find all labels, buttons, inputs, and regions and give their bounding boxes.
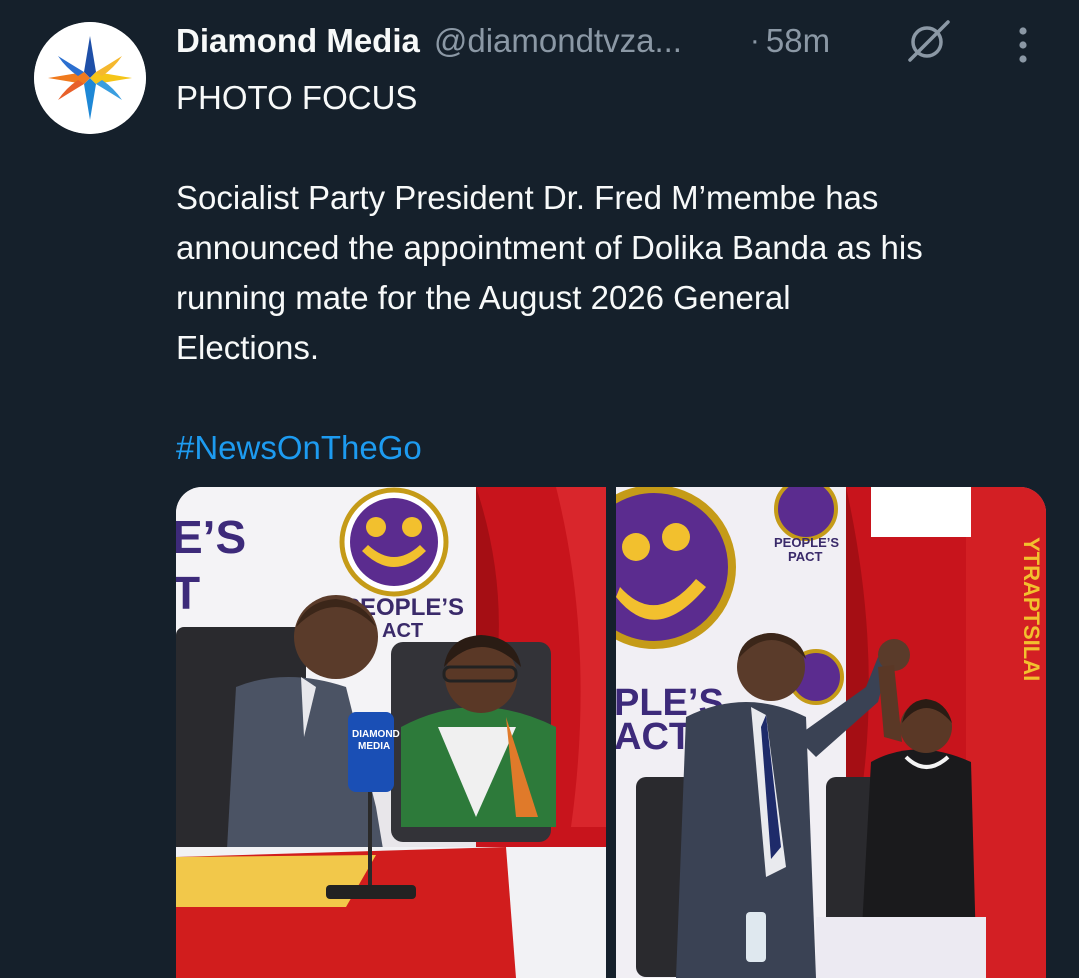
tweet-line: running mate for the August 2026 General [176, 279, 791, 316]
right-logo-text-2: PACT [788, 549, 822, 564]
tweet-timestamp[interactable]: 58m [766, 22, 830, 60]
left-logo-text-2: ACT [382, 620, 423, 642]
photo-divider [606, 487, 616, 978]
tweet-header: Diamond Media @diamondtvza... · 58m [176, 18, 830, 64]
author-display-name[interactable]: Diamond Media [176, 22, 420, 60]
mic-text-2: MEDIA [358, 741, 390, 752]
diamond-media-logo-icon [34, 22, 146, 134]
left-banner-text-2: T [176, 567, 200, 619]
author-avatar[interactable] [34, 22, 146, 134]
tweet-line: Socialist Party President Dr. Fred M’mem… [176, 179, 879, 216]
tweet-line: announced the appointment of Dolika Band… [176, 229, 923, 266]
tweet-media: PEOPLE’S ACT E’S T DIAMOND MEDIA YTRAPTS… [176, 487, 1046, 978]
tweet-line: Elections. [176, 329, 320, 366]
tweet[interactable]: Diamond Media @diamondtvza... · 58m PHOT… [0, 0, 1079, 978]
time-separator: · [749, 24, 760, 57]
author-handle[interactable]: @diamondtvza... [434, 22, 724, 60]
grok-icon[interactable] [904, 18, 954, 64]
photo-left[interactable]: PEOPLE’S ACT E’S T DIAMOND MEDIA [176, 487, 606, 978]
photo-right[interactable]: YTRAPTSILAI PEOPLE’S PACT PLE’S ACT [616, 487, 1046, 978]
right-banner-text-2: ACT [616, 716, 692, 758]
more-vertical-icon[interactable] [1008, 24, 1038, 66]
mic-text-1: DIAMOND [352, 729, 400, 740]
left-banner-text-1: E’S [176, 511, 246, 563]
hashtag-link[interactable]: #NewsOnTheGo [176, 423, 1056, 473]
right-logo-text-1: PEOPLE’S [774, 535, 839, 550]
tweet-text: PHOTO FOCUS Socialist Party President Dr… [176, 73, 1056, 473]
flag-text: YTRAPTSILAI [1019, 537, 1044, 681]
tweet-headline: PHOTO FOCUS [176, 79, 418, 116]
